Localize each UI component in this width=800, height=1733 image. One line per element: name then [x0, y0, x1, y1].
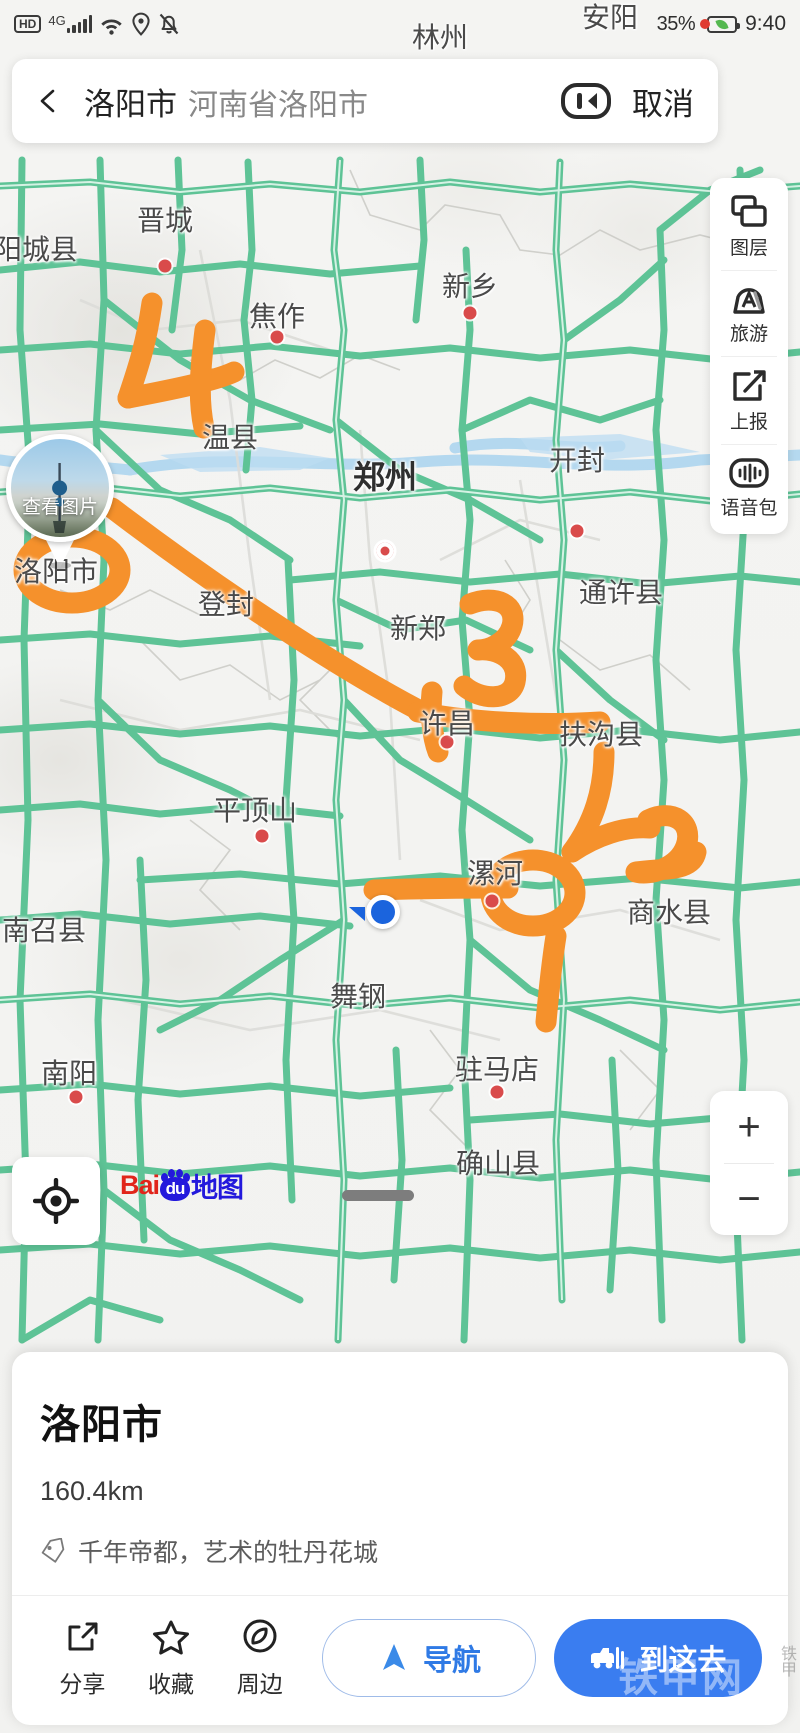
- photo-bubble[interactable]: 查看图片: [6, 434, 114, 569]
- report-edit-icon: [733, 370, 766, 401]
- toolbar-label-layers: 图层: [729, 238, 768, 259]
- share-label: 分享: [59, 1671, 106, 1697]
- hd-badge-icon: HD: [14, 15, 42, 33]
- favorite-button[interactable]: 收藏: [127, 1616, 216, 1699]
- user-location-dot: [366, 895, 400, 929]
- map-city-dot[interactable]: [376, 542, 394, 560]
- signal-bars-icon: [66, 15, 93, 33]
- crosshair-locate-icon: [33, 1178, 79, 1224]
- status-right-group: 35% 9:40: [657, 12, 786, 36]
- voice-search-icon[interactable]: [560, 81, 612, 121]
- back-chevron-icon[interactable]: [36, 88, 62, 114]
- toolbar-item-report[interactable]: 上报: [710, 356, 788, 444]
- status-left-group: HD 4G: [14, 12, 180, 36]
- map-city-dot[interactable]: [440, 735, 454, 749]
- toolbar-label-tourism: 旅游: [729, 324, 768, 345]
- location-pin-icon: [132, 12, 150, 36]
- zoom-controls: + −: [710, 1091, 788, 1235]
- battery-percent-label: 35%: [656, 12, 696, 35]
- map-city-dot[interactable]: [485, 894, 499, 908]
- place-distance: 160.4km: [40, 1476, 144, 1506]
- map-city-dot[interactable]: [490, 1085, 504, 1099]
- map-city-dot[interactable]: [255, 829, 269, 843]
- toolbar-label-voicepack: 语音包: [720, 498, 778, 519]
- bubble-photo[interactable]: 查看图片: [6, 434, 114, 542]
- place-tag-text: 千年帝都，艺术的牡丹花城: [78, 1539, 379, 1567]
- map-city-dot[interactable]: [158, 259, 172, 273]
- place-action-bar: 分享 收藏 周边 导航 到这去 铁甲网: [12, 1595, 788, 1725]
- compass-icon: [243, 1619, 277, 1653]
- baidu-logo-maptext: 地图: [191, 1173, 244, 1203]
- nearby-button[interactable]: 周边: [215, 1616, 304, 1699]
- car-icon: [591, 1646, 625, 1669]
- baidu-paw-icon: du: [160, 1168, 191, 1201]
- place-info-card: 洛阳市 160.4km 千年帝都，艺术的牡丹花城 分享 收藏 周边 导航 到这去…: [12, 1352, 788, 1725]
- bubble-shadow: [49, 562, 71, 569]
- go-here-button[interactable]: 到这去 铁甲网: [553, 1618, 762, 1700]
- side-watermark: 铁甲: [778, 1645, 795, 1677]
- favorite-label: 收藏: [148, 1671, 195, 1697]
- map-city-dot[interactable]: [570, 524, 584, 538]
- heading-arrow-icon: [349, 907, 365, 921]
- layers-icon: [731, 195, 767, 227]
- baidu-logo-bai: Bai: [120, 1170, 160, 1200]
- navigate-label: 导航: [422, 1644, 481, 1677]
- voice-pack-icon: [729, 458, 769, 488]
- user-location-marker: [349, 895, 400, 929]
- tag-icon: [41, 1538, 65, 1563]
- search-query-text: 洛阳市: [84, 86, 177, 122]
- map-city-dot[interactable]: [270, 330, 284, 344]
- zoom-out-button[interactable]: −: [710, 1163, 788, 1235]
- baidu-logo: Bai du 地图: [120, 1166, 244, 1205]
- map-toolbar: 图层 旅游 上报 语音包: [710, 178, 788, 534]
- go-here-label: 到这去: [639, 1644, 727, 1677]
- navigation-arrow-icon: [382, 1643, 405, 1670]
- zoom-in-button[interactable]: +: [710, 1091, 788, 1163]
- map-scale-bar: [342, 1190, 414, 1201]
- place-title: 洛阳市: [40, 1403, 163, 1447]
- nearby-label: 周边: [236, 1671, 283, 1697]
- bell-muted-icon: [159, 13, 179, 35]
- baidu-logo-du: du: [160, 1176, 191, 1201]
- search-input[interactable]: 洛阳市 河南省洛阳市: [84, 79, 368, 124]
- search-bar[interactable]: 洛阳市 河南省洛阳市 取消: [12, 59, 718, 143]
- share-icon: [68, 1622, 98, 1651]
- toolbar-item-tourism[interactable]: 旅游: [710, 270, 788, 356]
- network-type-label: 4G: [48, 13, 66, 28]
- battery-powersave-icon: [707, 15, 741, 33]
- wifi-icon: [101, 18, 122, 35]
- map-city-dot[interactable]: [463, 306, 477, 320]
- map-city-dot[interactable]: [69, 1090, 83, 1104]
- clock-label: 9:40: [745, 12, 786, 35]
- place-tag-row: 千年帝都，艺术的牡丹花城: [40, 1533, 760, 1569]
- star-icon: [153, 1620, 190, 1655]
- status-bar: HD 4G 35% 9:40: [0, 0, 800, 48]
- cancel-button[interactable]: 取消: [632, 79, 694, 124]
- tourism-icon: [733, 288, 765, 314]
- bubble-caption: 查看图片: [21, 497, 98, 518]
- toolbar-item-voicepack[interactable]: 语音包: [710, 444, 788, 530]
- navigate-button[interactable]: 导航: [322, 1618, 536, 1697]
- share-button[interactable]: 分享: [38, 1616, 127, 1699]
- baidu-map-screen: 阳城县 晋城 林州 安阳 新乡 焦作 温县 郑州 开封 洛阳市 登封 新郑 通许县 许昌 扶沟县 平顶山 漯河商…: [0, 0, 800, 1733]
- cellular-signal-group: 4G: [48, 13, 93, 33]
- toolbar-label-report: 上报: [729, 412, 768, 433]
- toolbar-item-layers[interactable]: 图层: [710, 182, 788, 270]
- locate-button[interactable]: [12, 1157, 100, 1245]
- search-subtitle-text: 河南省洛阳市: [188, 88, 368, 122]
- leaf-glyph: [715, 17, 729, 31]
